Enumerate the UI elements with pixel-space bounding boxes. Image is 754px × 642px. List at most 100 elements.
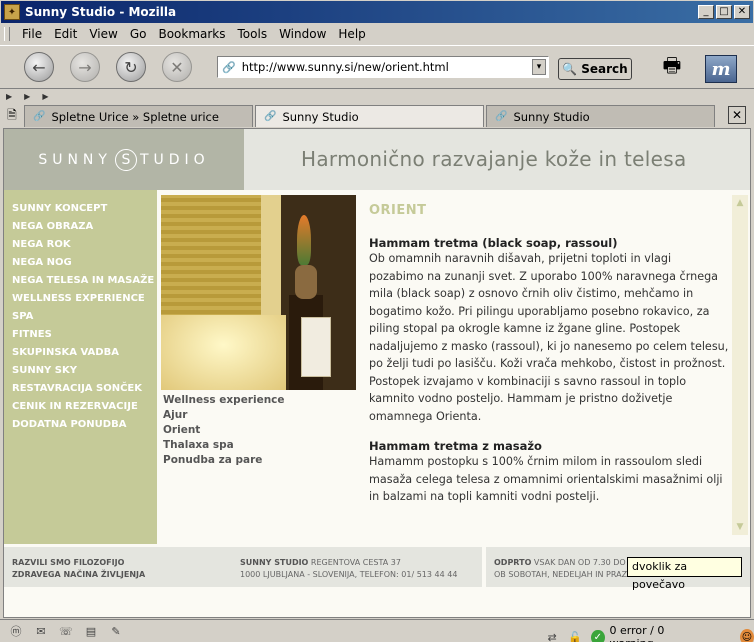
mozilla-throbber-logo[interactable]: m [705,55,737,83]
sublink-wellness-experience[interactable]: Wellness experience [163,393,285,408]
menu-window[interactable]: Window [279,27,326,41]
nav-fitnes[interactable]: FITNES [4,326,157,344]
section-title-hammam: Hammam tretma (black soap, rassoul) [369,236,618,250]
connection-icon[interactable]: ⇄ [545,630,559,642]
nav-skupinska-vadba[interactable]: SKUPINSKA VADBA [4,344,157,362]
nav-dodatna-ponudba[interactable]: DODATNA PONUDBA [4,416,157,434]
tab-label: Spletne Urice » Spletne urice [51,109,219,124]
menu-go[interactable]: Go [130,27,147,41]
content-scrollbar[interactable]: ▲ ▼ [732,195,748,535]
toolbar-toggle-icon[interactable]: ▶ [24,92,30,101]
photo-heated-floor [161,315,286,390]
tab-sunny-studio-active[interactable]: 🔗 Sunny Studio [255,105,484,127]
section-text-hammam: Ob omamnih naravnih dišavah, prijetni to… [369,252,729,423]
hammam-photo[interactable] [161,195,356,390]
url-dropdown-button[interactable]: ▾ [532,59,546,75]
page-icon: 🔗 [495,111,508,122]
footer-motto-line1: RAZVILI SMO FILOZOFIJO [12,558,125,567]
tab-label: Sunny Studio [513,109,590,124]
toolbar-toggle-icon[interactable]: ▶ [42,92,48,101]
validation-status-text[interactable]: 0 error / 0 warning [610,624,700,642]
status-right: ⇄ 🔓 ✓ 0 error / 0 warning ☺ [545,624,754,642]
composer-icon[interactable]: ▤ [83,624,99,638]
page-icon: 🔗 [222,60,236,74]
search-button[interactable]: 🔍 Search [558,58,632,80]
security-lock-icon[interactable]: 🔓 [568,630,582,642]
footer-address-line1: REGENTOVA CESTA 37 [310,558,401,567]
validation-ok-icon[interactable]: ✓ [591,629,605,642]
menu-view[interactable]: View [89,27,117,41]
main-content: ORIENT Hammam tretma (black soap, rassou… [369,195,729,537]
photo-flower [297,215,311,265]
status-bar: ⓜ ✉ ☏ ▤ ✎ ⇄ 🔓 ✓ 0 error / 0 warning ☺ [0,619,754,642]
footer-address-line2: 1000 LJUBLJANA - SLOVENIJA, TELEFON: 01/… [240,570,458,579]
forward-button[interactable]: → [70,52,100,82]
nav-sunny-sky[interactable]: SUNNY SKY [4,362,157,380]
new-tab-icon: 🗎 [7,107,17,122]
site-header: SUNNY S TUDIO Harmonično razvajanje kože… [4,129,750,190]
zoom-tooltip: dvoklik za povečavo [627,557,742,591]
footer-motto: RAZVILI SMO FILOZOFIJO ZDRAVEGA NAČINA Ž… [12,557,145,581]
nav-sunny-koncept[interactable]: SUNNY KONCEPT [4,200,157,218]
site-slogan: Harmonično razvajanje kože in telesa [301,147,687,171]
nav-restavracija-soncek[interactable]: RESTAVRACIJA SONČEK [4,380,157,398]
mail-icon[interactable]: ✉ [33,624,49,638]
section-title-hammam-masaza: Hammam tretma z masažo [369,439,542,453]
address-book-icon[interactable]: ☏ [58,624,74,638]
print-button[interactable]: 🖶 [654,53,690,83]
nav-nega-rok[interactable]: NEGA ROK [4,236,157,254]
photo-towel [301,317,331,377]
close-button[interactable]: ✕ [734,5,750,19]
sublink-ajur[interactable]: Ajur [163,408,285,423]
section-text-hammam-masaza: Hamamm postopku s 100% črnim milom in ra… [369,455,723,503]
url-bar[interactable]: 🔗 http://www.sunny.si/new/orient.html ▾ [217,56,549,78]
logo-text-right: TUDIO [139,151,210,168]
forward-arrow-icon: → [78,57,92,77]
close-icon: ✕ [731,108,743,122]
footer-hours-line1: VSAK DAN OD 7.30 DO 2 [533,558,634,567]
url-text[interactable]: http://www.sunny.si/new/orient.html [242,60,532,74]
minimize-button[interactable]: _ [698,5,714,19]
toolbar-grip[interactable] [4,27,10,41]
maximize-button[interactable]: □ [716,5,732,19]
menu-help[interactable]: Help [338,27,365,41]
chat-icon[interactable]: ✎ [108,624,124,638]
new-tab-button[interactable]: 🗎 [0,105,24,127]
photo-vase [295,265,317,299]
menu-bookmarks[interactable]: Bookmarks [158,27,225,41]
footer-divider [482,547,486,587]
menu-edit[interactable]: Edit [54,27,77,41]
nav-nega-telesa-in-masaze[interactable]: NEGA TELESA IN MASAŽE [4,272,157,290]
tab-spletne-urice[interactable]: 🔗 Spletne Urice » Spletne urice [24,105,253,127]
extension-face-icon[interactable]: ☺ [739,629,754,642]
reload-icon: ↻ [124,57,138,77]
menu-file[interactable]: File [22,27,42,41]
sublink-orient[interactable]: Orient [163,423,285,438]
logo-text-left: SUNNY [38,151,112,168]
navigator-icon[interactable]: ⓜ [8,624,24,638]
stop-icon: ✕ [170,57,184,77]
personal-toolbar: ▶ ▶ ▶ [0,90,754,102]
nav-cenik-in-rezervacije[interactable]: CENIK IN REZERVACIJE [4,398,157,416]
sublink-ponudba-za-pare[interactable]: Ponudba za pare [163,453,285,468]
stop-button[interactable]: ✕ [162,52,192,82]
back-button[interactable]: ← [24,52,54,82]
tab-sunny-studio[interactable]: 🔗 Sunny Studio [486,105,715,127]
nav-wellness-experience[interactable]: WELLNESS EXPERIENCE [4,290,157,308]
scroll-down-arrow-icon[interactable]: ▼ [732,519,748,535]
page-heading: ORIENT [369,203,427,218]
menu-tools[interactable]: Tools [238,27,268,41]
nav-nega-obraza[interactable]: NEGA OBRAZA [4,218,157,236]
navigation-toolbar: ← → ↻ ✕ 🔗 http://www.sunny.si/new/orient… [0,45,754,89]
mozilla-app-icon[interactable]: ✦ [4,4,20,20]
title-bar: ✦ Sunny Studio - Mozilla _ □ ✕ [0,0,754,24]
close-tab-button[interactable]: ✕ [728,106,746,124]
footer-motto-line2: ZDRAVEGA NAČINA ŽIVLJENJA [12,570,146,579]
toolbar-toggle-icon[interactable]: ▶ [6,92,12,101]
sunny-studio-logo[interactable]: SUNNY S TUDIO [4,129,244,190]
reload-button[interactable]: ↻ [116,52,146,82]
nav-spa[interactable]: SPA [4,308,157,326]
sublink-thalaxa-spa[interactable]: Thalaxa spa [163,438,285,453]
nav-nega-nog[interactable]: NEGA NOG [4,254,157,272]
scroll-up-arrow-icon[interactable]: ▲ [732,195,748,211]
